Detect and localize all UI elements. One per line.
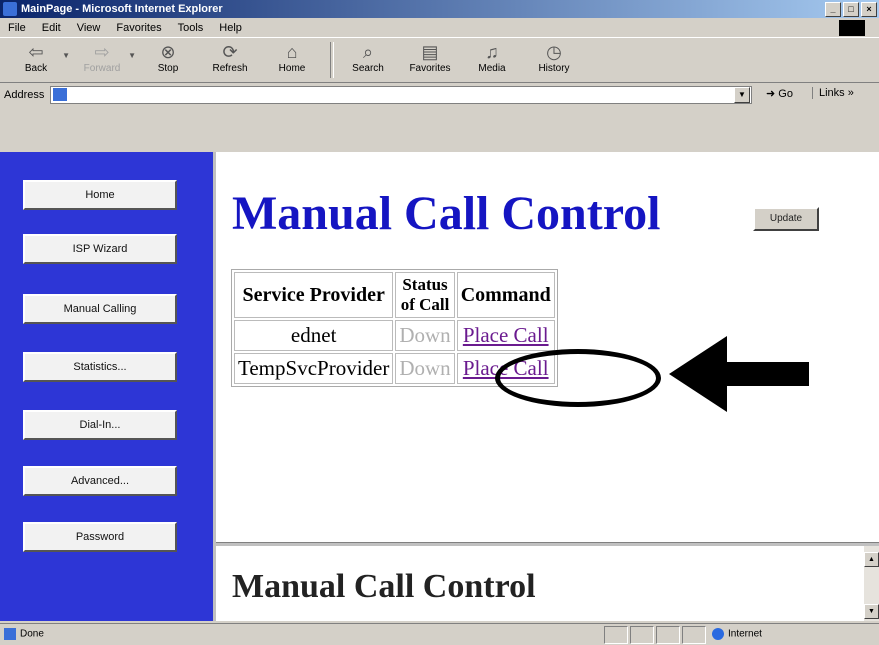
header-service-provider: Service Provider: [234, 272, 394, 318]
header-status-line2: of Call: [400, 295, 450, 314]
header-status-line1: Status: [402, 275, 448, 294]
status-panel: [604, 626, 628, 644]
sidebar-item-home[interactable]: Home: [23, 180, 177, 210]
favorites-icon: ▤: [421, 42, 439, 62]
table-header-row: Service Provider Status of Call Command: [234, 272, 555, 318]
stop-icon: ⊗: [160, 42, 176, 62]
sidebar-item-isp-wizard[interactable]: ISP Wizard: [23, 234, 177, 264]
window-titlebar: MainPage - Microsoft Internet Explorer _…: [0, 0, 879, 18]
menu-tools[interactable]: Tools: [178, 22, 204, 34]
address-label: Address: [4, 89, 45, 101]
sidebar-item-advanced[interactable]: Advanced...: [23, 466, 177, 496]
favorites-label: Favorites: [409, 63, 451, 74]
stop-label: Stop: [157, 63, 179, 74]
forward-button[interactable]: ⇨ Forward ▼: [74, 41, 136, 74]
security-zone: Internet: [712, 628, 762, 640]
command-cell: Place Call: [456, 320, 555, 351]
header-status-of-call: Status of Call: [395, 272, 455, 318]
forward-dropdown-icon[interactable]: ▼: [128, 51, 136, 60]
history-label: History: [538, 63, 570, 74]
back-label: Back: [24, 63, 48, 74]
zone-label: Internet: [728, 628, 762, 640]
address-dropdown-icon[interactable]: ▼: [734, 87, 750, 103]
history-button[interactable]: ◷ History: [526, 41, 582, 74]
go-label: Go: [778, 88, 793, 100]
sidebar-item-password[interactable]: Password: [23, 522, 177, 552]
menu-favorites[interactable]: Favorites: [116, 22, 161, 34]
status-panel: [656, 626, 680, 644]
menu-help[interactable]: Help: [219, 22, 242, 34]
internet-zone-icon: [712, 628, 724, 640]
callout-arrow-icon: [669, 336, 809, 412]
table-row: ednet Down Place Call: [234, 320, 555, 351]
back-arrow-icon: ⇦: [28, 42, 44, 62]
menu-bar: File Edit View Favorites Tools Help: [0, 19, 879, 38]
address-bar: Address ▼ ➜ Go Links »: [0, 84, 879, 106]
stop-button[interactable]: ⊗ Stop: [140, 41, 196, 74]
provider-cell: TempSvcProvider: [234, 353, 394, 384]
status-done-label: Done: [20, 628, 44, 640]
scroll-down-icon[interactable]: ▼: [864, 604, 879, 619]
search-icon: ⌕: [362, 42, 374, 62]
history-icon: ◷: [546, 42, 562, 62]
page-status-icon: [4, 628, 16, 640]
window-title: MainPage - Microsoft Internet Explorer: [21, 3, 223, 15]
status-panel: [630, 626, 654, 644]
page-icon: [53, 88, 67, 101]
internet-explorer-icon: [3, 2, 17, 16]
search-button[interactable]: ⌕ Search: [340, 41, 396, 74]
page-title: Manual Call Control: [232, 187, 661, 240]
lower-frame: Manual Call Control: [216, 546, 864, 621]
window-controls: _ □ ×: [825, 2, 877, 17]
menu-edit[interactable]: Edit: [42, 22, 61, 34]
media-icon: ♫: [485, 42, 499, 62]
forward-arrow-icon: ⇨: [94, 42, 110, 62]
refresh-label: Refresh: [212, 63, 248, 74]
status-panel: [682, 626, 706, 644]
minimize-button[interactable]: _: [825, 2, 841, 17]
home-icon: ⌂: [286, 42, 298, 62]
update-button[interactable]: Update: [753, 207, 819, 231]
sidebar-frame: Home ISP Wizard Manual Calling Statistic…: [0, 152, 216, 621]
sidebar-item-statistics[interactable]: Statistics...: [23, 352, 177, 382]
home-button[interactable]: ⌂ Home: [264, 41, 320, 74]
status-bar: Done Internet: [0, 623, 879, 645]
status-cell: Down: [395, 353, 455, 384]
status-text: Done: [4, 628, 44, 640]
forward-label: Forward: [83, 63, 121, 74]
toolbar-separator: [330, 42, 334, 78]
close-button[interactable]: ×: [861, 2, 877, 17]
status-cell: Down: [395, 320, 455, 351]
callout-ellipse: [495, 349, 661, 407]
lower-frame-title: Manual Call Control: [232, 568, 536, 605]
menu-file[interactable]: File: [8, 22, 26, 34]
back-dropdown-icon[interactable]: ▼: [62, 51, 70, 60]
go-button[interactable]: ➜ Go: [766, 87, 793, 100]
header-command: Command: [456, 272, 555, 318]
refresh-button[interactable]: ⟳ Refresh: [202, 41, 258, 74]
scroll-up-icon[interactable]: ▲: [864, 552, 879, 567]
sidebar-item-dial-in[interactable]: Dial-In...: [23, 410, 177, 440]
menu-view[interactable]: View: [77, 22, 101, 34]
maximize-button[interactable]: □: [843, 2, 859, 17]
home-label: Home: [278, 63, 306, 74]
lower-frame-scrollbar[interactable]: ▲ ▼: [864, 546, 879, 621]
place-call-link[interactable]: Place Call: [463, 323, 549, 347]
sidebar-item-manual-calling[interactable]: Manual Calling: [23, 294, 177, 324]
favorites-button[interactable]: ▤ Favorites: [402, 41, 458, 74]
links-button[interactable]: Links »: [812, 87, 854, 99]
provider-cell: ednet: [234, 320, 394, 351]
windows-logo-icon: [839, 20, 865, 36]
standard-toolbar: ⇦ Back ▼ ⇨ Forward ▼ ⊗ Stop ⟳ Refresh ⌂ …: [0, 38, 879, 83]
media-button[interactable]: ♫ Media: [464, 41, 520, 74]
address-input[interactable]: [50, 86, 752, 104]
back-button[interactable]: ⇦ Back ▼: [8, 41, 70, 74]
media-label: Media: [478, 63, 506, 74]
refresh-icon: ⟳: [222, 42, 238, 62]
search-label: Search: [352, 63, 384, 74]
